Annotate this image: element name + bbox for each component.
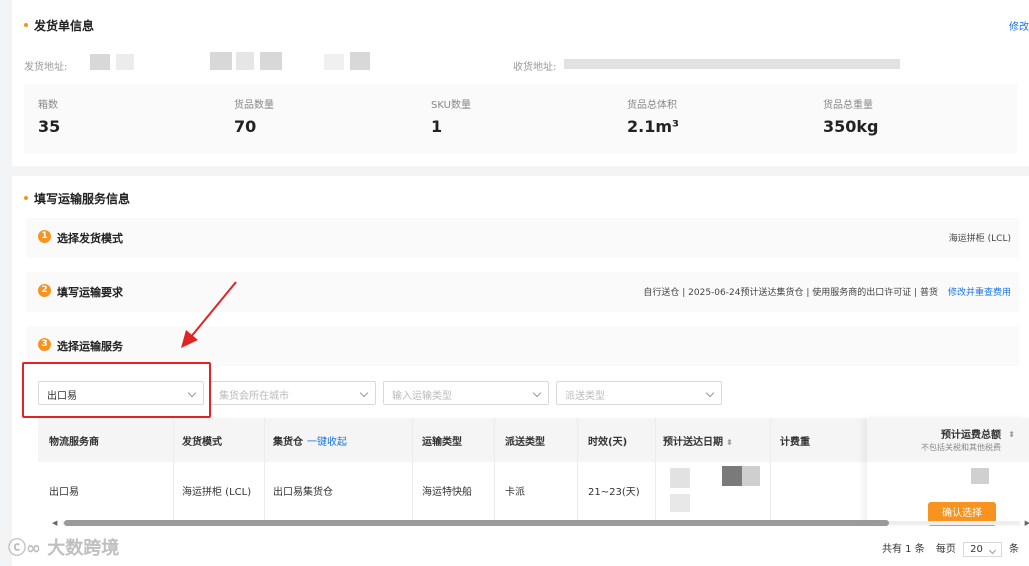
watermark-icon: ⓒ∞	[8, 538, 41, 559]
annotation-arrow-icon	[181, 281, 237, 348]
watermark-logo: ⓒ∞ 大数跨境	[8, 538, 120, 559]
